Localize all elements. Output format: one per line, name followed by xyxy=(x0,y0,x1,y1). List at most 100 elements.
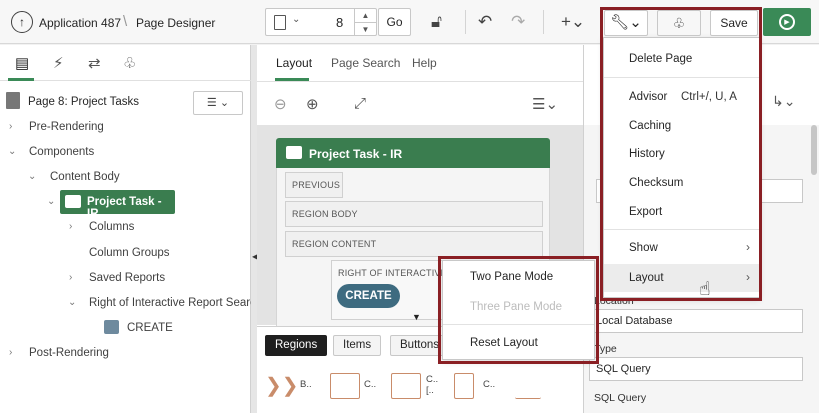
menu-item-export[interactable]: Export xyxy=(604,198,759,226)
tree-node-content-body[interactable]: Content Body xyxy=(50,171,120,183)
bar-chart-icon[interactable] xyxy=(515,373,541,399)
app-home-icon[interactable]: ↑ xyxy=(11,11,33,33)
menu-item-checksum[interactable]: Checksum xyxy=(604,169,759,197)
shared-components-icon[interactable]: ♧ xyxy=(657,10,701,36)
menu-item-delete-page[interactable]: Delete Page xyxy=(604,45,759,73)
tab-regions[interactable]: Regions xyxy=(265,335,328,356)
processing-tab-icon[interactable]: ⇄ xyxy=(88,54,101,72)
rendering-tab-icon[interactable]: ▤ xyxy=(15,54,29,72)
tree-node-project-task-ir[interactable]: Project Task - IR xyxy=(60,190,175,220)
page-doc-icon xyxy=(274,15,286,30)
menu-divider xyxy=(443,324,594,325)
caret-right-icon[interactable]: › xyxy=(69,221,72,232)
layout-menu-icon[interactable]: ☰⌄ xyxy=(532,95,558,113)
menu-divider xyxy=(604,77,759,78)
breadcrumb-separator: \ xyxy=(123,13,128,30)
go-button[interactable]: Go xyxy=(378,8,411,36)
caret-down-icon[interactable]: ⌄ xyxy=(8,146,16,157)
tree-node-right-of-ir-search[interactable]: Right of Interactive Report Search xyxy=(89,297,262,309)
slot-region-body[interactable]: REGION BODY xyxy=(285,201,543,227)
toolbar-divider xyxy=(543,10,544,34)
zoom-in-icon[interactable]: ⊕ xyxy=(306,95,319,113)
page-selector[interactable]: ⌄ 8 ▲ ▼ xyxy=(265,8,377,36)
active-tab-indicator xyxy=(8,78,34,81)
slot-previous[interactable]: PREVIOUS xyxy=(285,172,343,198)
interactive-report-icon xyxy=(286,146,302,159)
type-label: Type xyxy=(594,343,617,355)
dynamic-actions-tab-icon[interactable]: ⚡︎ xyxy=(53,54,64,72)
menu-item-caching[interactable]: Caching xyxy=(604,112,759,140)
layout-toolbar: ⊖ ⊕ ⤢ ☰⌄ xyxy=(257,81,583,125)
create-button[interactable]: CREATE xyxy=(337,284,400,308)
go-to-icon[interactable]: ↳⌄ xyxy=(772,93,795,110)
card-region-icon[interactable] xyxy=(391,373,421,399)
tree-node-column-groups[interactable]: Column Groups xyxy=(89,247,170,259)
tree-node-pre-rendering[interactable]: Pre-Rendering xyxy=(29,121,104,133)
undo-icon[interactable]: ↶ xyxy=(478,12,492,32)
gallery-label: C.. xyxy=(364,379,377,390)
caret-right-icon[interactable]: › xyxy=(9,121,12,132)
caret-down-icon[interactable]: ⌄ xyxy=(28,171,36,182)
caret-right-icon[interactable]: › xyxy=(9,347,12,358)
run-button[interactable]: ▶ xyxy=(763,8,811,36)
page-number-input[interactable]: 8 xyxy=(336,15,343,30)
create-plus-icon[interactable]: +⌄ xyxy=(561,12,585,32)
caret-right-icon[interactable]: › xyxy=(69,272,72,283)
menu-item-show[interactable]: Show › xyxy=(604,234,759,262)
region-header[interactable]: Project Task - IR xyxy=(276,138,550,168)
breadcrumb-page-designer: Page Designer xyxy=(136,16,216,30)
toolbar-divider xyxy=(465,10,466,34)
hand-cursor-icon: ☝︎ xyxy=(699,279,711,300)
breadcrumb-application[interactable]: Application 487 xyxy=(39,16,121,30)
left-panel-tabs: ▤ ⚡︎ ⇄ ♧ xyxy=(0,45,251,81)
menu-item-reset-layout[interactable]: Reset Layout xyxy=(443,329,594,357)
save-button[interactable]: Save xyxy=(710,10,758,36)
caret-down-icon[interactable]: ⌄ xyxy=(68,297,76,308)
slot-region-content[interactable]: REGION CONTENT xyxy=(285,231,543,257)
gallery-label: C.. [.. xyxy=(426,374,439,396)
chevron-right-icon: › xyxy=(746,270,750,284)
button-icon xyxy=(104,320,119,334)
location-select[interactable]: Local Database xyxy=(589,309,803,333)
interactive-report-icon xyxy=(65,195,81,208)
tree-node-components[interactable]: Components xyxy=(29,146,94,158)
lock-icon[interactable]: 🔓︎ xyxy=(431,12,442,32)
gallery-label: B.. xyxy=(300,379,312,390)
page-icon xyxy=(6,92,20,109)
caret-down-icon[interactable]: ⌄ xyxy=(47,196,55,207)
chevron-right-icon: › xyxy=(746,240,750,254)
expand-icon[interactable]: ⤢ xyxy=(354,95,366,112)
menu-divider xyxy=(604,229,759,230)
tab-help[interactable]: Help xyxy=(412,56,437,70)
type-select[interactable]: SQL Query xyxy=(589,357,803,381)
menu-item-layout[interactable]: Layout › xyxy=(604,264,759,292)
layout-submenu: Two Pane Mode Three Pane Mode Reset Layo… xyxy=(442,260,595,360)
tab-items[interactable]: Items xyxy=(333,335,382,356)
tree-node-post-rendering[interactable]: Post-Rendering xyxy=(29,347,109,359)
utilities-wrench-button[interactable]: 🔧︎⌄ xyxy=(604,10,648,36)
page-number-stepper[interactable]: ▲ ▼ xyxy=(354,9,376,35)
menu-item-two-pane-mode[interactable]: Two Pane Mode xyxy=(443,263,594,291)
chevron-down-icon[interactable]: ⌄ xyxy=(292,14,300,25)
tree-node-create[interactable]: CREATE xyxy=(127,322,173,334)
tab-layout[interactable]: Layout xyxy=(276,56,312,70)
tree-menu-button[interactable]: ☰ ⌄ xyxy=(193,91,243,115)
calendar-region-icon[interactable] xyxy=(330,373,360,399)
tree-node-columns[interactable]: Columns xyxy=(89,221,134,233)
menu-item-history[interactable]: History xyxy=(604,140,759,168)
chart-region-icon[interactable] xyxy=(454,373,474,399)
utilities-menu: Delete Page Advisor Ctrl+/, U, A Caching … xyxy=(603,37,760,298)
shared-components-tab-icon[interactable]: ♧ xyxy=(123,54,136,72)
page-title: Page 8: Project Tasks xyxy=(28,96,140,108)
scroll-down-icon[interactable]: ▼ xyxy=(412,312,421,322)
tab-buttons[interactable]: Buttons xyxy=(390,335,449,356)
sql-query-label: SQL Query xyxy=(594,392,647,404)
breadcrumb-region-icon[interactable]: ❯❯ xyxy=(265,373,299,399)
menu-item-three-pane-mode: Three Pane Mode xyxy=(470,301,563,313)
property-scrollbar[interactable] xyxy=(811,125,817,175)
zoom-out-icon[interactable]: ⊖ xyxy=(274,95,287,113)
tree-node-saved-reports[interactable]: Saved Reports xyxy=(89,272,165,284)
menu-item-advisor[interactable]: Advisor Ctrl+/, U, A xyxy=(604,83,759,111)
tab-page-search[interactable]: Page Search xyxy=(331,56,400,70)
redo-icon[interactable]: ↷ xyxy=(511,12,525,32)
